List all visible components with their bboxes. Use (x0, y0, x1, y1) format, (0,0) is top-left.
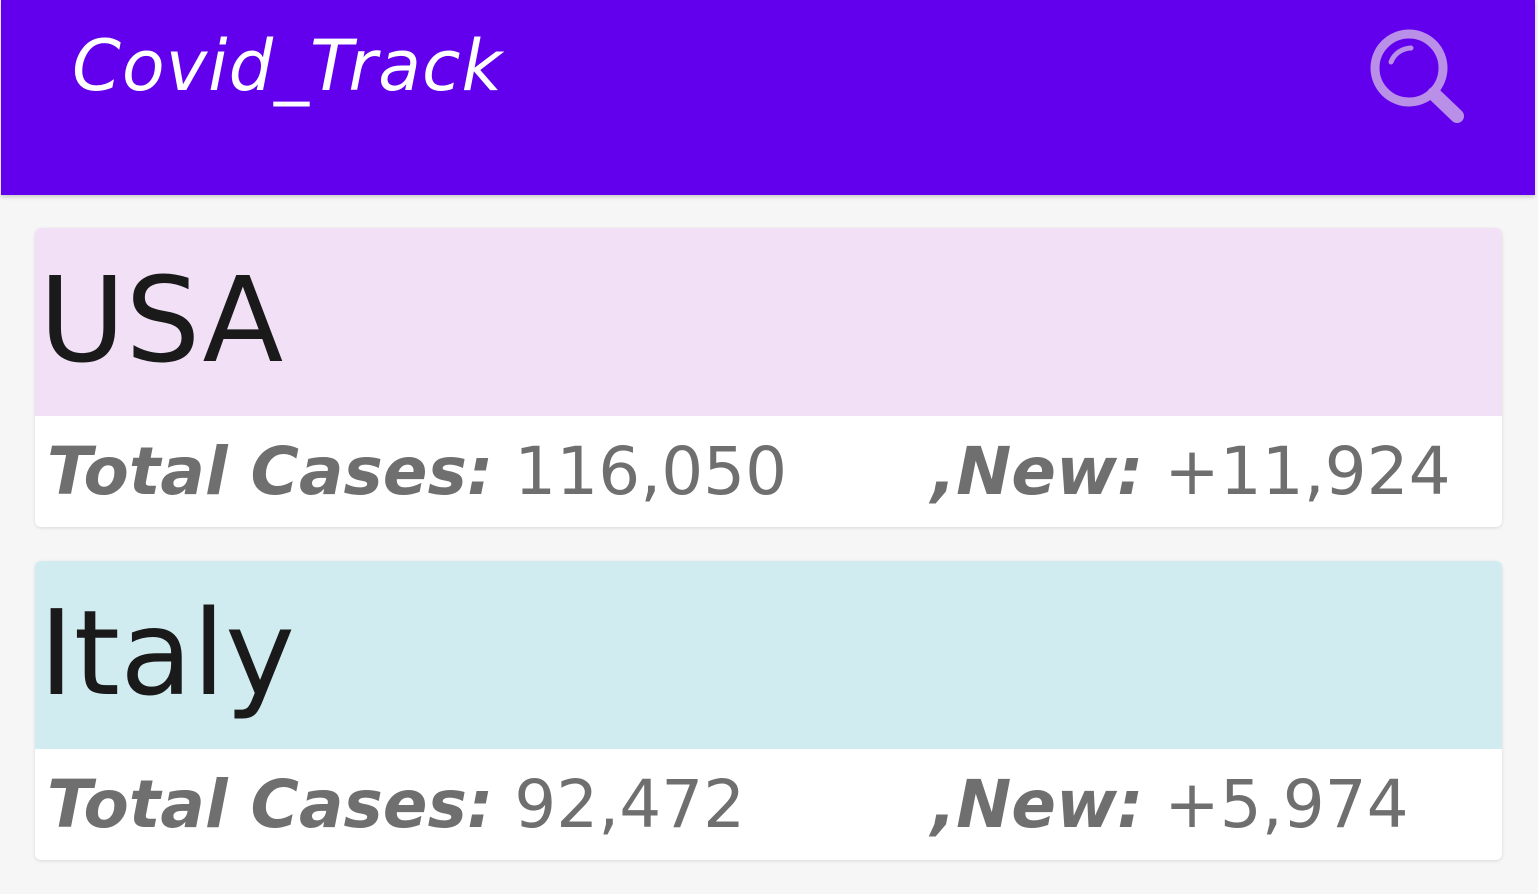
country-header: USA (35, 228, 1502, 416)
new-cases: ,New: +5,974 (931, 766, 1409, 843)
country-name: Italy (39, 584, 295, 722)
app-title: Covid_Track (72, 25, 504, 107)
app-bar: Covid_Track (1, 0, 1535, 195)
total-cases-label: Total Cases: (47, 766, 494, 843)
country-list: USA Total Cases: 116,050 ,New: +11,924 I… (35, 228, 1502, 894)
new-cases-label: ,New: (931, 766, 1144, 843)
country-header: Italy (35, 561, 1502, 749)
country-card-italy[interactable]: Italy Total Cases: 92,472 ,New: +5,974 (35, 561, 1502, 860)
country-stats: Total Cases: 116,050 ,New: +11,924 (35, 416, 1502, 527)
country-card-usa[interactable]: USA Total Cases: 116,050 ,New: +11,924 (35, 228, 1502, 527)
new-cases-value: +5,974 (1164, 766, 1409, 843)
total-cases-label: Total Cases: (47, 433, 494, 510)
new-cases: ,New: +11,924 (931, 433, 1451, 510)
new-cases-label: ,New: (931, 433, 1144, 510)
country-name: USA (39, 251, 284, 389)
total-cases: Total Cases: 116,050 (47, 433, 788, 510)
search-button[interactable] (1363, 24, 1473, 134)
total-cases: Total Cases: 92,472 (47, 766, 746, 843)
new-cases-value: +11,924 (1164, 433, 1451, 510)
total-cases-value: 92,472 (514, 766, 746, 843)
country-stats: Total Cases: 92,472 ,New: +5,974 (35, 749, 1502, 860)
total-cases-value: 116,050 (514, 433, 788, 510)
search-icon (1370, 29, 1464, 123)
